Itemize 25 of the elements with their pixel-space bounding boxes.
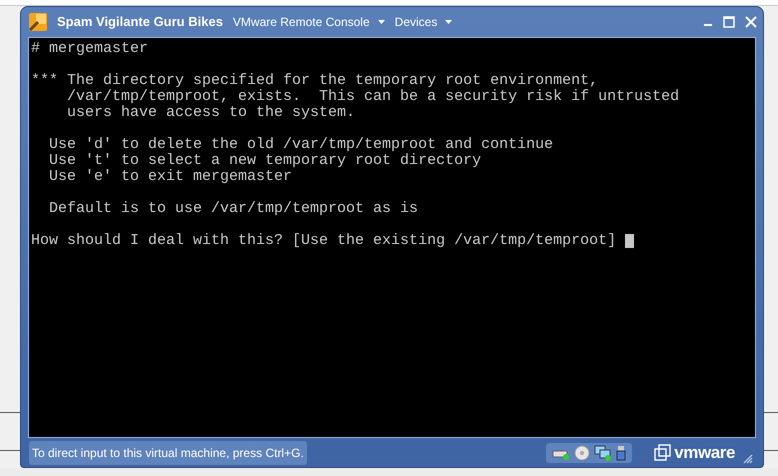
disc-icon[interactable] [574, 444, 590, 460]
terminal-line: Use 't' to select a new temporary root directory [48, 153, 482, 169]
close-icon[interactable] [745, 16, 757, 28]
terminal-line: *** The directory specified for the temporary root environment, [31, 73, 598, 89]
logo-icon [654, 444, 672, 462]
terminal-line: Use 'e' to exit mergemaster [48, 169, 292, 185]
resize-grip-icon[interactable] [743, 454, 753, 464]
network-icon[interactable] [594, 444, 612, 460]
terminal-line: Default is to use /var/tmp/temproot as is [48, 201, 418, 217]
menu-button[interactable]: Devices [394, 13, 452, 31]
terminal-line: users have access to the system. [66, 105, 356, 121]
console-screen[interactable] [28, 37, 756, 438]
terminal-line: How should I deal with this? [Use the existing /var/tmp/temproot] [31, 233, 618, 249]
caret-icon [445, 20, 452, 24]
menu-button[interactable]: VMware Remote Console [232, 13, 385, 31]
terminal-line: Use 'd' to delete the old /var/tmp/temproot and continue [48, 137, 554, 153]
terminal-line: /var/tmp/temproot, exists. This can be a security risk if untrusted [66, 89, 680, 105]
window-title: Spam Vigilante Guru Bikes [57, 13, 223, 32]
caret-icon [378, 20, 385, 24]
app-logo-icon [29, 13, 47, 31]
maximize-icon[interactable] [723, 16, 735, 28]
terminal-line: # mergemaster [31, 41, 148, 57]
brand-logo: vmware [674, 442, 735, 464]
status-hint: To direct input to this virtual machine, press Ctrl+G. [29, 440, 307, 464]
usb-icon[interactable] [616, 444, 626, 460]
